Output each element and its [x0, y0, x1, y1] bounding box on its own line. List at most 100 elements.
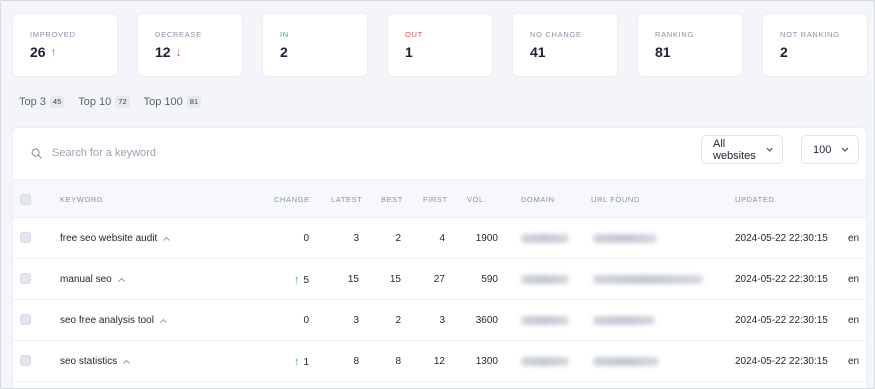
change-cell: ↑ 1	[275, 356, 309, 369]
chevron-up-icon[interactable]	[123, 360, 131, 364]
keyword-text: seo free analysis tool	[60, 315, 154, 326]
keyword-text: seo statistics	[60, 356, 118, 367]
column-header-first[interactable]: FIRST	[423, 195, 448, 204]
table-row[interactable]: seo free analysis tool 0 3 2 3 3600 2024…	[13, 300, 866, 341]
chevron-down-icon	[766, 147, 773, 152]
stat-label: OUT	[405, 30, 423, 39]
updated-cell: 2024-05-22 22:30:15	[735, 274, 828, 285]
change-value: 5	[303, 275, 309, 286]
tab-label: Top 3	[19, 96, 46, 108]
best-cell: 15	[389, 274, 401, 285]
first-cell: 12	[433, 356, 445, 367]
keywords-panel: All websites 100 KEYWORD CHANGE LATEST B…	[12, 127, 867, 388]
row-checkbox[interactable]	[20, 232, 31, 243]
first-cell: 4	[439, 233, 445, 244]
change-cell: 0	[303, 315, 309, 326]
volume-cell: 3600	[475, 315, 498, 326]
arrow-up-icon: ↑	[50, 45, 57, 59]
keyword-cell[interactable]: seo free analysis tool	[60, 315, 167, 327]
chevron-up-icon[interactable]	[163, 237, 171, 241]
change-value: 1	[303, 357, 309, 368]
latest-cell: 15	[347, 274, 359, 285]
stat-label: NOT RANKING	[780, 30, 840, 39]
volume-cell: 1300	[475, 356, 498, 367]
stat-card-no-change[interactable]: NO CHANGE 41	[512, 13, 618, 77]
domain-cell-redacted	[521, 275, 569, 288]
tab-top-100[interactable]: Top 100 81	[144, 96, 202, 108]
latest-cell: 3	[353, 233, 359, 244]
language-cell: en	[848, 315, 860, 326]
keyword-cell[interactable]: free seo website audit	[60, 233, 171, 245]
search-input[interactable]	[52, 147, 352, 159]
url-cell-redacted[interactable]	[593, 316, 655, 329]
stat-value: 2	[280, 44, 288, 60]
stat-value: 2	[780, 44, 788, 60]
tab-label: Top 100	[143, 96, 183, 108]
stat-card-decrease[interactable]: DECREASE 12 ↓	[137, 13, 243, 77]
table-row[interactable]: seo statistics ↑ 1 8 8 12 1300 2024-05-22…	[13, 341, 866, 382]
stat-value: 81	[655, 44, 671, 60]
chevron-up-icon[interactable]	[117, 278, 125, 282]
select-all-checkbox[interactable]	[20, 194, 31, 205]
arrow-up-icon: ↑	[293, 274, 300, 286]
stat-card-ranking[interactable]: RANKING 81	[637, 13, 743, 77]
url-cell-redacted[interactable]	[593, 275, 703, 288]
stat-card-out[interactable]: OUT 1	[387, 13, 493, 77]
tab-label: Top 10	[78, 96, 112, 108]
column-header-domain[interactable]: DOMAIN	[521, 195, 555, 204]
table-row[interactable]: free seo website audit 0 3 2 4 1900 2024…	[13, 218, 866, 259]
row-checkbox[interactable]	[20, 273, 31, 284]
chevron-up-icon[interactable]	[160, 319, 167, 323]
stat-card-in[interactable]: IN 2	[262, 13, 368, 77]
language-cell: en	[848, 356, 860, 367]
keyword-cell[interactable]: manual seo	[60, 274, 125, 286]
stat-value: 41	[530, 44, 546, 60]
page-size-select[interactable]: 100	[801, 135, 859, 164]
domain-cell-redacted	[521, 357, 569, 370]
updated-cell: 2024-05-22 22:30:15	[735, 315, 828, 326]
url-cell-redacted[interactable]	[593, 234, 657, 247]
keyword-text: manual seo	[60, 274, 112, 285]
column-header-vol[interactable]: VOL.	[467, 195, 487, 204]
keyword-cell[interactable]: seo statistics	[60, 356, 131, 368]
best-cell: 8	[395, 356, 401, 367]
stat-value: 1	[405, 44, 413, 60]
tab-count-badge: 81	[186, 96, 202, 108]
arrow-up-icon: ↑	[293, 356, 300, 368]
first-cell: 27	[433, 274, 445, 285]
latest-cell: 3	[353, 315, 359, 326]
column-header-latest[interactable]: LATEST	[331, 195, 362, 204]
stat-card-improved[interactable]: IMPROVED 26 ↑	[12, 13, 118, 77]
column-header-keyword[interactable]: KEYWORD	[60, 195, 103, 204]
change-cell: 0	[303, 233, 309, 244]
first-cell: 3	[439, 315, 445, 326]
language-cell: en	[848, 233, 860, 244]
column-header-best[interactable]: BEST	[381, 195, 403, 204]
website-select[interactable]: All websites	[701, 135, 783, 164]
language-cell: en	[848, 274, 860, 285]
url-cell-redacted[interactable]	[593, 357, 659, 370]
tab-top-10[interactable]: Top 10 72	[78, 96, 130, 108]
position-tabs: Top 3 45 Top 10 72 Top 100 81	[19, 96, 202, 108]
updated-cell: 2024-05-22 22:30:15	[735, 233, 828, 244]
tab-top-3[interactable]: Top 3 45	[19, 96, 65, 108]
column-header-url-found[interactable]: URL FOUND	[591, 195, 640, 204]
tab-count-badge: 45	[49, 96, 65, 108]
stat-label: NO CHANGE	[530, 30, 582, 39]
chevron-down-icon	[841, 147, 849, 152]
change-cell: ↑ 5	[275, 274, 309, 287]
column-header-change[interactable]: CHANGE	[274, 195, 310, 204]
row-checkbox[interactable]	[20, 355, 31, 366]
row-checkbox[interactable]	[20, 314, 31, 325]
stat-value: 12	[155, 44, 171, 60]
table-row[interactable]: manual seo ↑ 5 15 15 27 590 2024-05-22 22…	[13, 259, 866, 300]
best-cell: 2	[395, 233, 401, 244]
stat-card-not-ranking[interactable]: NOT RANKING 2	[762, 13, 868, 77]
column-header-updated[interactable]: UPDATED	[735, 195, 774, 204]
volume-cell: 590	[481, 274, 498, 285]
stats-row: IMPROVED 26 ↑ DECREASE 12 ↓ IN 2 OUT 1 N…	[12, 13, 868, 77]
volume-cell: 1900	[475, 233, 498, 244]
arrow-down-icon: ↓	[175, 45, 182, 59]
table-toolbar: All websites 100	[13, 128, 866, 179]
website-select-value: All websites	[713, 137, 756, 162]
